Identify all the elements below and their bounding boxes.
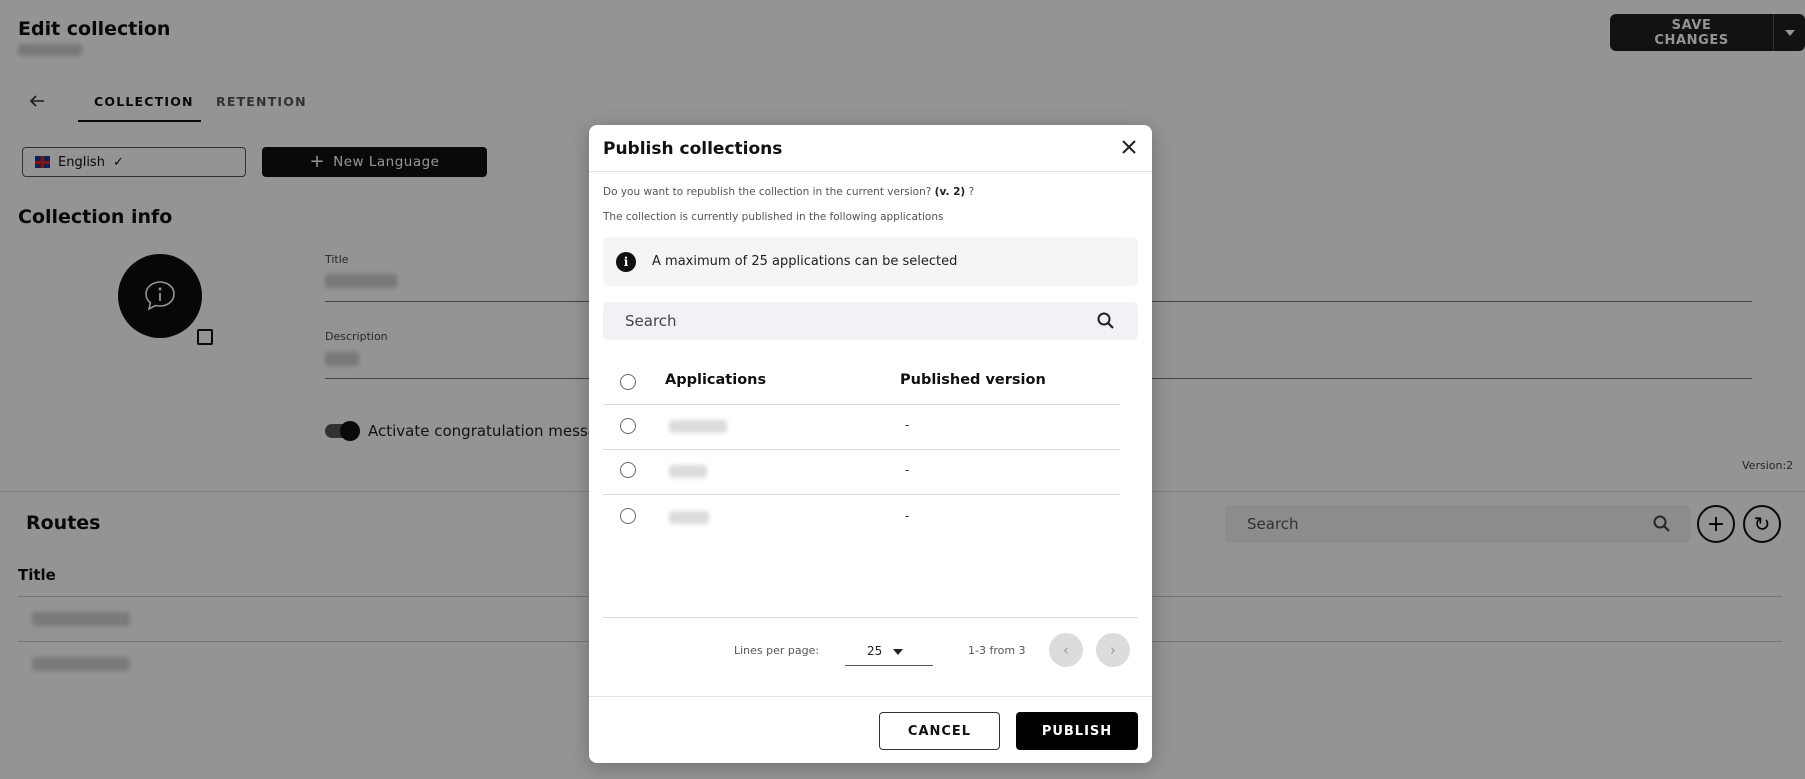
chevron-right-icon: ›: [1110, 641, 1116, 659]
question-text: Do you want to republish the collection …: [603, 186, 932, 198]
publish-collections-dialog: Publish collections Do you want to repub…: [589, 125, 1152, 763]
application-name-redacted: [669, 420, 727, 433]
next-page-button[interactable]: ›: [1096, 633, 1130, 667]
application-name-redacted: [669, 465, 707, 478]
publish-button[interactable]: PUBLISH: [1016, 712, 1138, 750]
chevron-down-icon: [893, 649, 903, 655]
question-suffix: ?: [968, 186, 975, 198]
dialog-footer-divider: [589, 696, 1152, 697]
table-header-divider: [603, 404, 1120, 405]
applications-search-input[interactable]: Search: [603, 302, 1138, 340]
info-text: A maximum of 25 applications can be sele…: [652, 254, 958, 269]
published-version-cell: -: [905, 509, 910, 523]
close-icon: [1122, 140, 1136, 154]
row-select-radio[interactable]: [620, 462, 636, 478]
lines-per-page-value: 25: [867, 644, 883, 658]
applications-column-header: Applications: [665, 372, 767, 388]
published-version-cell: -: [905, 418, 910, 432]
applications-search-placeholder: Search: [625, 312, 677, 330]
question-version: (v. 2): [934, 186, 966, 198]
select-all-radio[interactable]: [620, 374, 636, 390]
published-version-cell: -: [905, 463, 910, 477]
published-version-column-header: Published version: [900, 372, 1046, 388]
application-name-redacted: [669, 511, 709, 524]
republish-question: Do you want to republish the collection …: [603, 186, 974, 198]
max-selection-info-box: i A maximum of 25 applications can be se…: [603, 237, 1138, 286]
row-select-radio[interactable]: [620, 418, 636, 434]
table-row-divider: [603, 494, 1120, 495]
dialog-header-divider: [589, 171, 1152, 172]
previous-page-button[interactable]: ‹: [1049, 633, 1083, 667]
chevron-left-icon: ‹: [1063, 641, 1069, 659]
search-icon: [1097, 312, 1114, 329]
close-dialog-button[interactable]: [1119, 137, 1139, 157]
dialog-title: Publish collections: [603, 139, 783, 159]
pagination-range: 1-3 from 3: [968, 644, 1026, 657]
lines-per-page-select[interactable]: 25: [845, 637, 933, 666]
published-in-text: The collection is currently published in…: [603, 211, 944, 223]
row-select-radio[interactable]: [620, 508, 636, 524]
lines-per-page-label: Lines per page:: [734, 644, 820, 657]
pagination-divider: [603, 617, 1138, 618]
cancel-button[interactable]: CANCEL: [879, 712, 1000, 750]
table-row-divider: [603, 449, 1120, 450]
info-icon: i: [616, 251, 636, 272]
